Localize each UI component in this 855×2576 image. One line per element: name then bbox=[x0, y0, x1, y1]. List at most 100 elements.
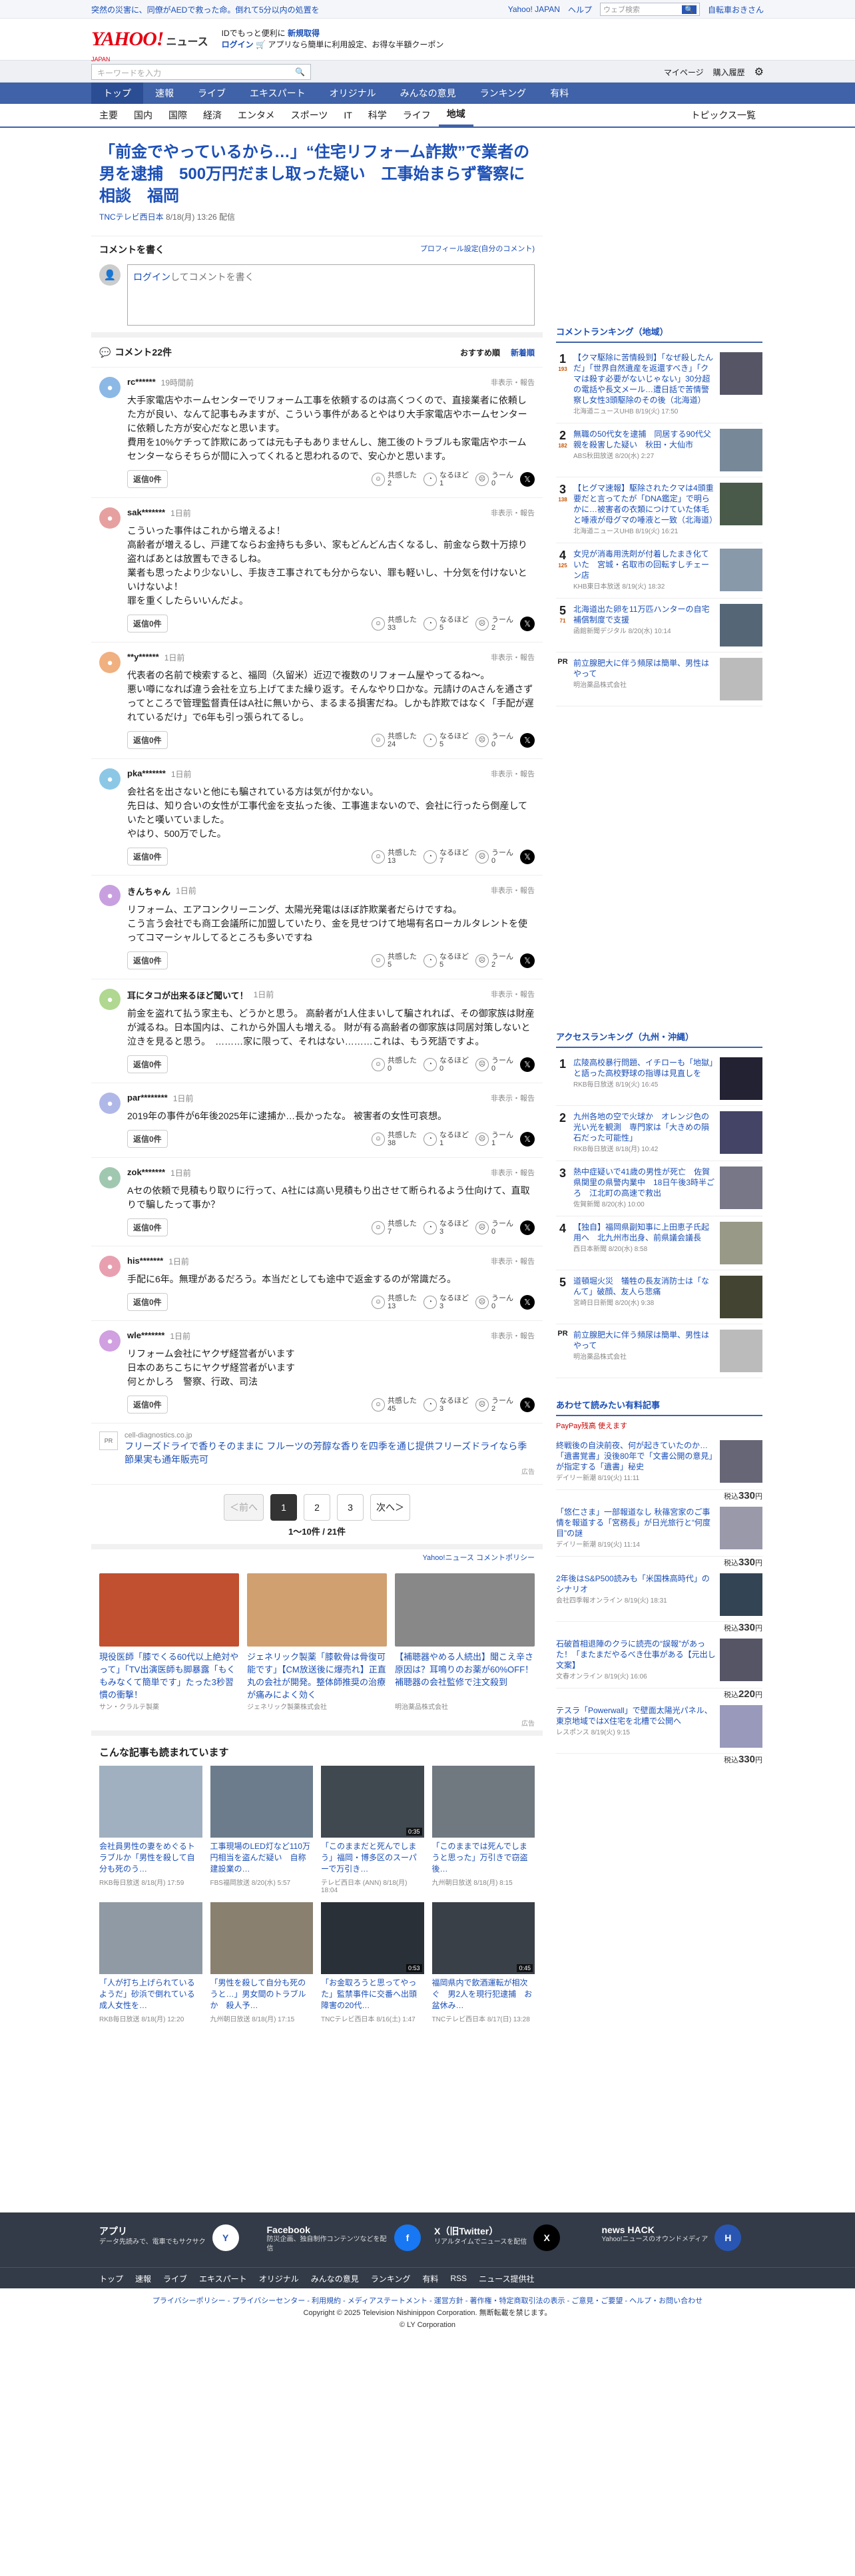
footer-nav-item[interactable]: エキスパート bbox=[199, 2273, 247, 2284]
paid-article[interactable]: 「悠仁さま」一部報道なし 秋篠宮家のご事情を報道する「宮務長」が日光旅行と“何度… bbox=[556, 1501, 762, 1568]
reaction-button[interactable]: ☺ 共感した 24 bbox=[372, 732, 417, 748]
related-article[interactable]: 0:45 福岡県内で飲酒運転が相次ぐ 男2人を現行犯逮捕 お盆休み… TNCテレビ西… bbox=[431, 1902, 535, 2023]
x-share-icon[interactable]: 𝕏 bbox=[520, 616, 535, 631]
x-share-icon[interactable]: 𝕏 bbox=[520, 1057, 535, 1072]
sub-nav-item[interactable]: 国際 bbox=[160, 104, 195, 127]
reply-button[interactable]: 返信0件 bbox=[127, 1130, 168, 1148]
ranking-item[interactable]: 2 182 無職の50代女を逮捕 同居する90代父親を殺害した疑い 秋田・大仙市 AB… bbox=[556, 423, 762, 477]
footer-channel[interactable]: news HACK Yahoo!ニュースのオウンドメディア H bbox=[602, 2224, 756, 2255]
user-name[interactable]: 自転車おきさん bbox=[708, 4, 764, 15]
x-share-icon[interactable]: 𝕏 bbox=[520, 1294, 535, 1310]
global-nav-item[interactable]: ライブ bbox=[186, 83, 238, 104]
login-link[interactable]: ログイン bbox=[222, 40, 254, 49]
footer-nav-item[interactable]: みんなの意見 bbox=[311, 2273, 359, 2284]
keyword-input[interactable]: キーワードを入力 🔍 bbox=[91, 64, 311, 80]
ranking-item[interactable]: 1 広陵高校暴行問題、イチローも「地獄」と語った高校野球の指導は見直しを RKB毎日… bbox=[556, 1052, 762, 1106]
reaction-button[interactable]: ◔ なるほど 5 bbox=[424, 616, 469, 632]
sub-nav-item[interactable]: 地域 bbox=[438, 104, 473, 127]
footer-nav-item[interactable]: 有料 bbox=[422, 2273, 438, 2284]
reaction-button[interactable]: ☺ 共感した 7 bbox=[372, 1220, 417, 1236]
x-share-icon[interactable]: 𝕏 bbox=[520, 732, 535, 748]
x-share-icon[interactable]: 𝕏 bbox=[520, 953, 535, 968]
report-link[interactable]: 非表示・報告 bbox=[491, 507, 535, 519]
global-nav-item[interactable]: ランキング bbox=[468, 83, 539, 104]
footer-nav-item[interactable]: ライブ bbox=[163, 2273, 187, 2284]
related-article[interactable]: 工事現場のLED灯など110万円相当を盗んだ疑い 自称建設業の… FBS福岡放送 … bbox=[210, 1766, 313, 1894]
next-page-button[interactable]: 次へ＞ bbox=[370, 1494, 410, 1521]
article-title[interactable]: 「人が打ち上げられているようだ」砂浜で倒れている成人女性を… bbox=[99, 1977, 202, 2011]
footer-nav-item[interactable]: ニュース提供社 bbox=[479, 2273, 534, 2284]
reaction-button[interactable]: ☹ うーん 0 bbox=[475, 1294, 513, 1310]
comment-user[interactable]: 耳にタコが出来るほど聞いて！ bbox=[127, 989, 248, 1001]
x-share-icon[interactable]: 𝕏 bbox=[520, 1397, 535, 1412]
reaction-button[interactable]: ☺ 共感した 38 bbox=[372, 1131, 417, 1147]
reaction-button[interactable]: ☹ うーん 0 bbox=[475, 849, 513, 865]
footer-channel[interactable]: X（旧Twitter） リアルタイムでニュースを配信 X bbox=[434, 2224, 589, 2255]
pr-title[interactable]: フリーズドライで香りそのままに フルーツの芳醇な香りを四季を通じ提供フリーズドラ… bbox=[125, 1439, 535, 1466]
report-link[interactable]: 非表示・報告 bbox=[491, 1093, 535, 1104]
sub-nav-item[interactable]: IT bbox=[336, 104, 360, 127]
sub-nav-item[interactable]: ライフ bbox=[395, 104, 439, 127]
reaction-button[interactable]: ◔ なるほど 0 bbox=[424, 1057, 469, 1073]
sub-nav-item[interactable]: スポーツ bbox=[283, 104, 336, 127]
sort-newest[interactable]: 新着順 bbox=[511, 347, 535, 358]
ranking-item[interactable]: 3 熱中症疑いで41歳の男性が死亡 佐賀県関里の県警内業中 18日午後3時半ごろ … bbox=[556, 1161, 762, 1216]
reaction-button[interactable]: ◔ なるほど 1 bbox=[424, 1131, 469, 1147]
promo-link[interactable]: 突然の災害に、同僚がAEDで救った命。倒れて5分以内の処置を bbox=[91, 4, 320, 15]
sub-nav-item[interactable]: 主要 bbox=[91, 104, 126, 127]
ad-card[interactable]: 現役医師「膝でくる60代以上絶対やって」「TV出演医師も脚暴露「もくもみなくて簡… bbox=[99, 1573, 239, 1711]
article-title[interactable]: 福岡県内で飲酒運転が相次ぐ 男2人を現行犯逮捕 お盆休み… bbox=[432, 1977, 535, 2011]
reaction-button[interactable]: ☹ うーん 0 bbox=[475, 1220, 513, 1236]
footer-nav-item[interactable]: オリジナル bbox=[259, 2273, 299, 2284]
reaction-button[interactable]: ◔ なるほど 3 bbox=[424, 1397, 469, 1413]
global-nav-item[interactable]: 有料 bbox=[538, 83, 581, 104]
reaction-button[interactable]: ☺ 共感した 0 bbox=[372, 1057, 417, 1073]
search-icon[interactable]: 🔍 bbox=[295, 67, 305, 77]
help-link[interactable]: ヘルプ bbox=[568, 4, 592, 15]
article-title[interactable]: 「このままだと死んでしまう」福岡・博多区のスーパーで万引き… bbox=[321, 1841, 424, 1875]
footer-nav-item[interactable]: 速報 bbox=[135, 2273, 151, 2284]
profile-settings-link[interactable]: プロフィール設定(自分のコメント) bbox=[420, 243, 535, 256]
sub-nav-item[interactable]: 経済 bbox=[195, 104, 230, 127]
reaction-button[interactable]: ◔ なるほど 5 bbox=[424, 732, 469, 748]
reaction-button[interactable]: ☹ うーん 1 bbox=[475, 1131, 513, 1147]
global-nav-item[interactable]: エキスパート bbox=[238, 83, 318, 104]
ad-card[interactable]: ジェネリック製薬「膝軟骨は骨復可能です」【CM放送後に爆売れ】正直丸の会社が開発… bbox=[247, 1573, 387, 1711]
comment-textarea[interactable]: ログインしてコメントを書く bbox=[127, 264, 535, 326]
ranking-item[interactable]: 5 道頓堀火災 犠牲の長友消防士は「なんて」破顔、友人ら悲痛 宮崎日日新聞 8/20… bbox=[556, 1270, 762, 1324]
x-share-icon[interactable]: 𝕏 bbox=[520, 849, 535, 864]
report-link[interactable]: 非表示・報告 bbox=[491, 1256, 535, 1267]
paid-article[interactable]: 石破首相退陣のクラに読売の“誤報”があった！「またまだやるべき仕事がある【元出し… bbox=[556, 1633, 762, 1700]
x-share-icon[interactable]: 𝕏 bbox=[520, 1131, 535, 1147]
ad-title[interactable]: 現役医師「膝でくる60代以上絶対やって」「TV出演医師も脚暴露「もくもみなくて簡… bbox=[99, 1651, 239, 1701]
article-title[interactable]: 会社員男性の妻をめぐるトラブルか「男性を殺して自分も死のう… bbox=[99, 1841, 202, 1875]
reaction-button[interactable]: ◔ なるほど 7 bbox=[424, 849, 469, 865]
ranking-item[interactable]: 1 193 【クマ駆除に苦情殺到】「なぜ殺したんだ」「世界自然遺産を返還すべき」「ク… bbox=[556, 347, 762, 423]
legal-links[interactable]: プライバシーポリシー - プライバシーセンター - 利用規約 - メディアステー… bbox=[0, 2295, 855, 2307]
footer-nav-item[interactable]: ランキング bbox=[371, 2273, 411, 2284]
ranking-item[interactable]: 4 【独自】福岡県副知事に上田恵子氏起用へ 北九州市出身、前県議会議長 西日本新聞 … bbox=[556, 1216, 762, 1270]
reaction-button[interactable]: ☺ 共感した 45 bbox=[372, 1397, 417, 1413]
sub-nav-item[interactable]: エンタメ bbox=[230, 104, 283, 127]
comment-user[interactable]: きんちゃん bbox=[127, 885, 170, 898]
ranking-item[interactable]: 5 71 北海道出た卵を11万匹ハンターの自宅補償制度で支援 函館新聞デジタル 8/2… bbox=[556, 599, 762, 652]
related-article[interactable]: 0:35 「このままだと死んでしまう」福岡・博多区のスーパーで万引き… テレビ西日本… bbox=[321, 1766, 424, 1894]
global-nav-item[interactable]: 速報 bbox=[143, 83, 186, 104]
report-link[interactable]: 非表示・報告 bbox=[491, 1167, 535, 1178]
comment-user[interactable]: wle******* bbox=[127, 1330, 164, 1342]
footer-channel[interactable]: Facebook 防災企画、独自制作コンテンツなどを配信 f bbox=[267, 2224, 421, 2255]
ranking-pr[interactable]: PR 前立腺肥大に伴う頻尿は簡単、男性はやって 明治薬品株式会社 bbox=[556, 652, 762, 706]
article-title[interactable]: 「前金でやっているから…」“住宅リフォーム詐欺”で業者の男を逮捕 500万円だま… bbox=[91, 141, 543, 207]
report-link[interactable]: 非表示・報告 bbox=[491, 377, 535, 388]
source-name[interactable]: TNCテレビ西日本 bbox=[99, 212, 164, 222]
reaction-button[interactable]: ◔ なるほど 3 bbox=[424, 1220, 469, 1236]
ranking-item[interactable]: 2 九州各地の空で火球か オレンジ色の光い光を観測 専門家は「大きめの隕石だった可… bbox=[556, 1106, 762, 1161]
article-title[interactable]: 「お金取ろうと思ってやった」監禁事件に交番へ出頭 障害の20代… bbox=[321, 1977, 424, 2011]
reply-button[interactable]: 返信0件 bbox=[127, 1396, 168, 1414]
paid-article[interactable]: 終戦後の自決前夜、何が起きていたのか…「遺書覚書」没後80年で「文書公開の意見」… bbox=[556, 1435, 762, 1501]
related-article[interactable]: 会社員男性の妻をめぐるトラブルか「男性を殺して自分も死のう… RKB毎日放送 8/… bbox=[99, 1766, 202, 1894]
report-link[interactable]: 非表示・報告 bbox=[491, 652, 535, 663]
search-icon[interactable]: 🔍 bbox=[682, 5, 697, 14]
report-link[interactable]: 非表示・報告 bbox=[491, 885, 535, 898]
ad-card[interactable]: 【補聴器やめる人続出】聞こえ辛さ原因は？耳鳴りのお薬が60%OFF！補聴器の会社… bbox=[395, 1573, 535, 1711]
